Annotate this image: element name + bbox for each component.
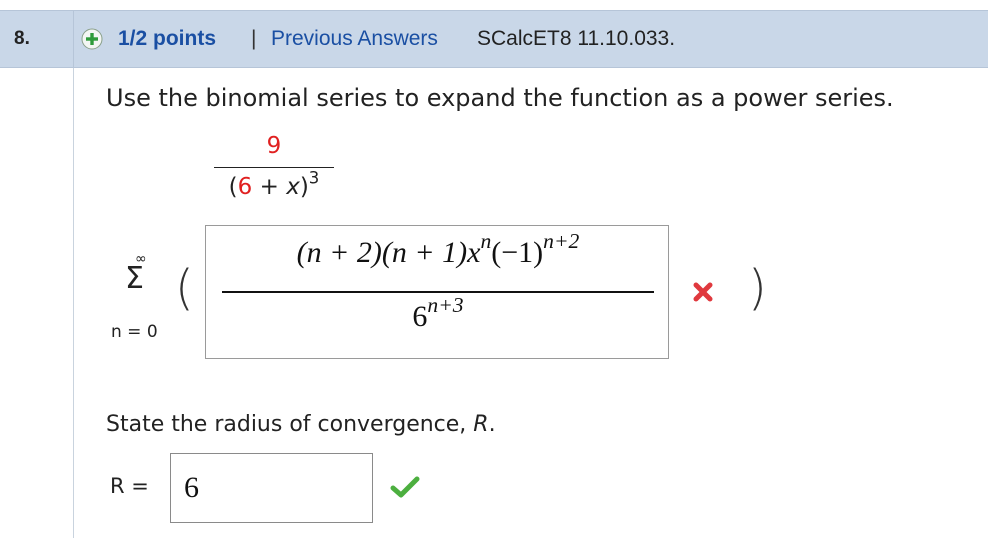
correct-check-icon xyxy=(390,476,420,498)
radius-prompt: State the radius of convergence, R. xyxy=(106,412,496,437)
open-paren: ( xyxy=(175,260,194,316)
radius-input[interactable]: 6 xyxy=(170,453,373,523)
series-answer-input[interactable]: (n + 2)(n + 1)xn(−1)n+2 6n+3 xyxy=(205,225,669,359)
answer-numerator: (n + 2)(n + 1)xn(−1)n+2 xyxy=(216,230,660,270)
plus-circle-icon[interactable] xyxy=(81,28,103,50)
question-prompt: Use the binomial series to expand the fu… xyxy=(106,84,894,112)
question-header: 8. 1/2 points | Previous Answers SCalcET… xyxy=(0,10,988,68)
answer-num-exp2: n+2 xyxy=(543,228,580,253)
answer-denominator: 6n+3 xyxy=(216,294,660,334)
den-x: x xyxy=(286,174,300,200)
den-plus: + xyxy=(252,174,287,200)
sum-lower-limit: n = 0 xyxy=(111,322,158,342)
points-score: 1/2 points xyxy=(118,27,217,50)
answer-den-base: 6 xyxy=(412,300,428,333)
answer-num-main: (n + 2)(n + 1)x xyxy=(296,236,481,269)
close-paren: ) xyxy=(748,260,767,316)
den-six: 6 xyxy=(237,174,253,200)
den-exponent: 3 xyxy=(308,168,320,188)
radius-prompt-end: . xyxy=(488,412,496,437)
problem-reference: SCalcET8 11.10.033. xyxy=(477,27,676,50)
question-number: 8. xyxy=(0,11,74,67)
radius-label: R = xyxy=(110,474,149,498)
function-denominator: (6 + x)3 xyxy=(214,169,334,200)
header-separator: | xyxy=(251,27,257,50)
den-open-paren: ( xyxy=(228,174,238,200)
den-close-paren: ) xyxy=(299,174,309,200)
answer-den-exp: n+3 xyxy=(427,292,464,317)
function-numerator: 9 xyxy=(266,133,282,159)
radius-prompt-var: R xyxy=(473,412,489,437)
incorrect-x-icon xyxy=(693,282,713,302)
sum-sigma: Σ xyxy=(125,261,144,296)
previous-answers-link[interactable]: Previous Answers xyxy=(271,11,438,67)
radius-prompt-text: State the radius of convergence, xyxy=(106,412,474,437)
answer-num-mid: (−1) xyxy=(491,236,544,269)
gutter-divider xyxy=(73,68,74,538)
answer-num-exp1: n xyxy=(480,228,492,253)
